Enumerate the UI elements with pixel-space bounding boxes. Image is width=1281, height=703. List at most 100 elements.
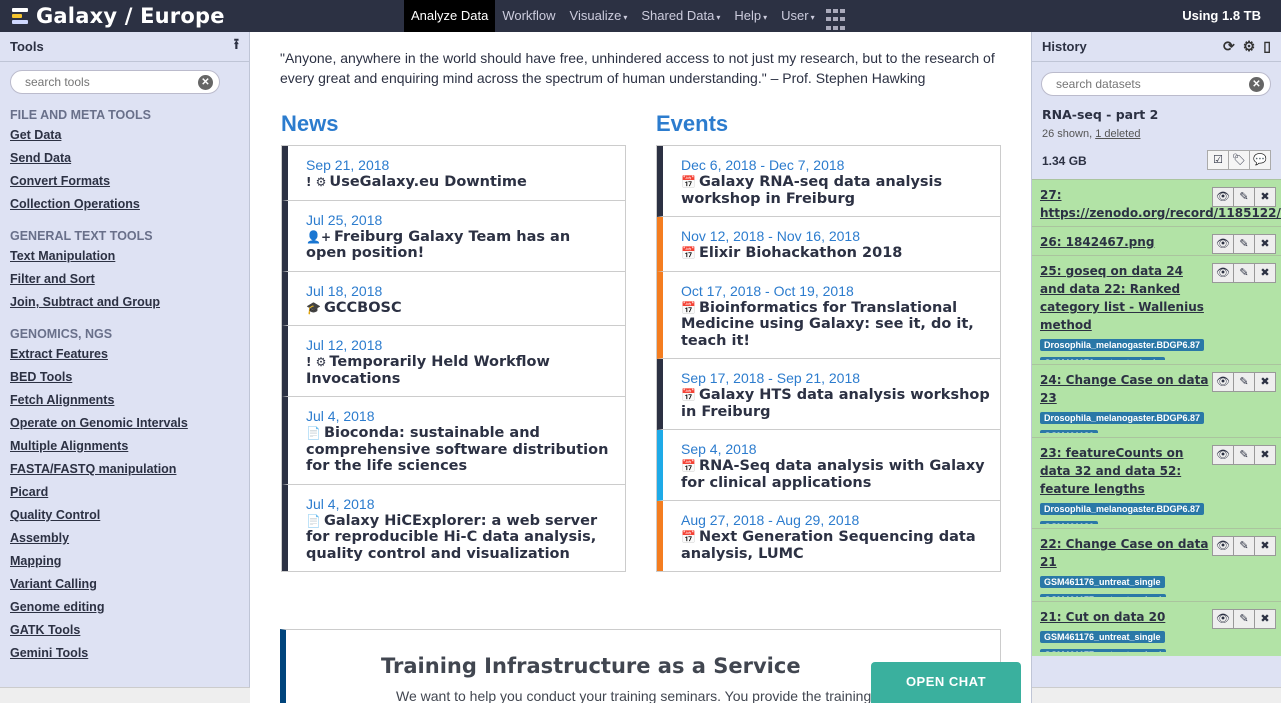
open-chat-button[interactable]: OPEN CHAT: [871, 662, 1021, 703]
tool-link[interactable]: Gemini Tools: [10, 646, 245, 669]
tool-link[interactable]: Text Manipulation: [10, 249, 245, 272]
news-item[interactable]: Jul 4, 2018 📄 Galaxy HiCExplorer: a web se…: [282, 484, 625, 571]
tool-link[interactable]: Get Data: [10, 128, 245, 151]
dataset-item[interactable]: 23: featureCounts on data 32 and data 52…: [1032, 437, 1281, 528]
brand[interactable]: Galaxy / Europe: [12, 4, 225, 28]
dataset-title[interactable]: 27: https://zenodo.org/record/1185122/fi…: [1040, 186, 1281, 222]
dataset-tag[interactable]: GSM461176_untreat_single: [1040, 631, 1165, 643]
news-title[interactable]: 🎓 GCCBOSC: [306, 300, 615, 317]
dataset-item[interactable]: 26: 1842467.png 👁 ✎ ✖: [1032, 226, 1281, 255]
dataset-tag[interactable]: Drosophila_melanogaster.BDGP6.87: [1040, 339, 1205, 351]
clear-search-icon[interactable]: ✕: [198, 75, 213, 90]
tool-link[interactable]: Fetch Alignments: [10, 393, 245, 416]
eye-icon[interactable]: 👁: [1212, 187, 1234, 207]
pencil-icon[interactable]: ✎: [1233, 445, 1255, 465]
dataset-tag[interactable]: GSM461177_untreat_paired: [1040, 649, 1166, 652]
nav-user[interactable]: User ▾: [774, 0, 821, 32]
history-name[interactable]: RNA-seq - part 2: [1042, 107, 1158, 122]
news-item[interactable]: Sep 21, 2018! ⚙ UseGalaxy.eu Downtime: [282, 146, 625, 201]
dataset-title[interactable]: 21: Cut on data 20: [1040, 608, 1210, 626]
event-item[interactable]: Oct 17, 2018 - Oct 19, 2018 📅 Bioinformati…: [657, 271, 1000, 359]
dataset-tag[interactable]: GSM461180: [1040, 430, 1099, 433]
pencil-icon[interactable]: ✎: [1233, 187, 1255, 207]
history-search-input[interactable]: [1056, 77, 1228, 91]
tool-link[interactable]: Picard: [10, 485, 245, 508]
event-item[interactable]: Aug 27, 2018 - Aug 29, 2018 📅 Next Generat…: [657, 501, 1000, 571]
event-title[interactable]: 📅 Galaxy RNA-seq data analysis workshop i…: [681, 174, 990, 207]
tool-panel-scrollbar[interactable]: [0, 687, 250, 703]
nav-workflow[interactable]: Workflow: [495, 0, 562, 32]
quota-meter[interactable]: Using 1.8 TB: [1182, 8, 1261, 23]
dataset-title[interactable]: 25: goseq on data 24 and data 22: Ranked…: [1040, 262, 1210, 334]
dataset-title[interactable]: 23: featureCounts on data 32 and data 52…: [1040, 444, 1210, 498]
tool-link[interactable]: Extract Features: [10, 347, 245, 370]
select-icon[interactable]: ☑: [1207, 150, 1229, 170]
tool-link[interactable]: BED Tools: [10, 370, 245, 393]
eye-icon[interactable]: 👁: [1212, 372, 1234, 392]
event-title[interactable]: 📅 Galaxy HTS data analysis workshop in Fr…: [681, 387, 990, 420]
tool-link[interactable]: GATK Tools: [10, 623, 245, 646]
tool-link[interactable]: Send Data: [10, 151, 245, 174]
dataset-item[interactable]: 22: Change Case on data 21 👁 ✎ ✖ GSM461176_u…: [1032, 528, 1281, 601]
tool-link[interactable]: Mapping: [10, 554, 245, 577]
dataset-title[interactable]: 22: Change Case on data 21: [1040, 535, 1210, 571]
tool-search-input[interactable]: [25, 75, 181, 89]
dataset-tag[interactable]: GSM461176_untreat_single: [1040, 576, 1165, 588]
eye-icon[interactable]: 👁: [1212, 445, 1234, 465]
tool-link[interactable]: Convert Formats: [10, 174, 245, 197]
delete-icon[interactable]: ✖: [1254, 372, 1276, 392]
news-title[interactable]: ! ⚙ Temporarily Held Workflow Invocations: [306, 354, 615, 387]
dataset-title[interactable]: 24: Change Case on data 23: [1040, 371, 1210, 407]
dataset-tag[interactable]: Drosophila_melanogaster.BDGP6.87: [1040, 503, 1205, 515]
apps-grid-icon[interactable]: [825, 9, 845, 32]
columns-icon[interactable]: ▯: [1263, 38, 1271, 55]
event-title[interactable]: 📅 Elixir Biohackathon 2018: [681, 245, 990, 262]
dataset-item[interactable]: 27: https://zenodo.org/record/1185122/fi…: [1032, 179, 1281, 226]
news-title[interactable]: 📄 Bioconda: sustainable and comprehensive…: [306, 425, 615, 475]
news-item[interactable]: Jul 18, 2018 🎓 GCCBOSC: [282, 271, 625, 326]
history-scrollbar[interactable]: [1032, 687, 1281, 703]
eye-icon[interactable]: 👁: [1212, 536, 1234, 556]
eye-icon[interactable]: 👁: [1212, 234, 1234, 254]
delete-icon[interactable]: ✖: [1254, 234, 1276, 254]
dataset-item[interactable]: 21: Cut on data 20 👁 ✎ ✖ GSM461176_untreat_s…: [1032, 601, 1281, 656]
dataset-item[interactable]: 24: Change Case on data 23 👁 ✎ ✖ Drosophila_…: [1032, 364, 1281, 437]
gear-icon[interactable]: ⚙: [1243, 38, 1256, 55]
dataset-tag[interactable]: GSM461177_untreat_paired: [1040, 594, 1166, 597]
eye-icon[interactable]: 👁: [1212, 609, 1234, 629]
news-title[interactable]: ! ⚙ UseGalaxy.eu Downtime: [306, 174, 615, 191]
tool-link[interactable]: FASTA/FASTQ manipulation: [10, 462, 245, 485]
delete-icon[interactable]: ✖: [1254, 263, 1276, 283]
tool-link[interactable]: Assembly: [10, 531, 245, 554]
dataset-item[interactable]: 25: goseq on data 24 and data 22: Ranked…: [1032, 255, 1281, 364]
deleted-link[interactable]: 1 deleted: [1095, 128, 1140, 140]
nav-visualize[interactable]: Visualize ▾: [563, 0, 635, 32]
event-title[interactable]: 📅 Bioinformatics for Translational Medici…: [681, 300, 990, 350]
delete-icon[interactable]: ✖: [1254, 445, 1276, 465]
news-title[interactable]: 📄 Galaxy HiCExplorer: a web server for re…: [306, 513, 615, 563]
news-item[interactable]: Jul 12, 2018! ⚙ Temporarily Held Workflow…: [282, 326, 625, 397]
tags-icon[interactable]: 🏷: [1228, 150, 1250, 170]
news-item[interactable]: Jul 25, 2018 👤+ Freiburg Galaxy Team has a…: [282, 200, 625, 272]
event-item[interactable]: Nov 12, 2018 - Nov 16, 2018 📅 Elixir Bioha…: [657, 217, 1000, 272]
clear-search-icon[interactable]: ✕: [1249, 77, 1264, 92]
delete-icon[interactable]: ✖: [1254, 536, 1276, 556]
pencil-icon[interactable]: ✎: [1233, 536, 1255, 556]
dataset-tag[interactable]: Drosophila_melanogaster.BDGP6.87: [1040, 412, 1205, 424]
nav-analyze-data[interactable]: Analyze Data: [404, 0, 496, 32]
event-item[interactable]: Dec 6, 2018 - Dec 7, 2018 📅 Galaxy RNA-seq…: [657, 146, 1000, 217]
tool-link[interactable]: Collection Operations: [10, 197, 245, 220]
event-item[interactable]: Sep 4, 2018 📅 RNA-Seq data analysis with G…: [657, 430, 1000, 501]
tool-link[interactable]: Variant Calling: [10, 577, 245, 600]
pencil-icon[interactable]: ✎: [1233, 234, 1255, 254]
event-title[interactable]: 📅 Next Generation Sequencing data analysi…: [681, 529, 990, 562]
event-title[interactable]: 📅 RNA-Seq data analysis with Galaxy for c…: [681, 458, 990, 491]
news-title[interactable]: 👤+ Freiburg Galaxy Team has an open posit…: [306, 229, 615, 262]
tool-link[interactable]: Multiple Alignments: [10, 439, 245, 462]
dataset-title[interactable]: 26: 1842467.png: [1040, 233, 1210, 251]
eye-icon[interactable]: 👁: [1212, 263, 1234, 283]
tool-link[interactable]: Filter and Sort: [10, 272, 245, 295]
pencil-icon[interactable]: ✎: [1233, 609, 1255, 629]
dataset-tag[interactable]: GSM461180: [1040, 521, 1099, 524]
upload-icon[interactable]: ⭱: [234, 34, 239, 59]
